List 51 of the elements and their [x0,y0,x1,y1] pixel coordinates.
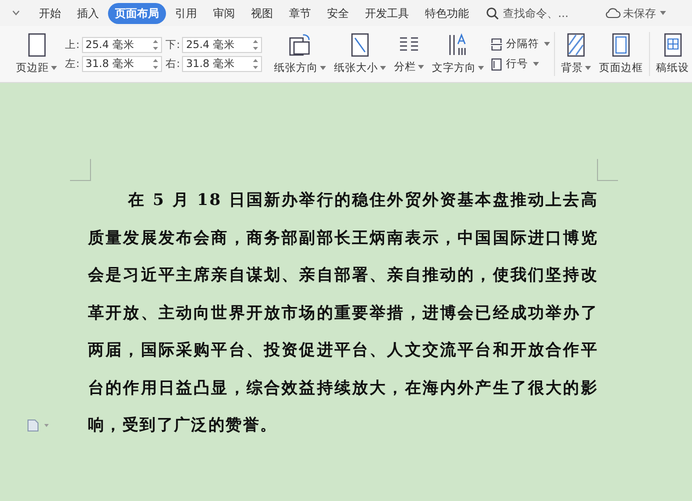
ribbon-button[interactable]: 稿纸设 [654,31,692,77]
menu-tab[interactable]: 视图 [244,2,280,24]
margin-field[interactable]: 31.8 毫米 [182,56,262,72]
menu-tab[interactable]: 开始 [32,2,68,24]
page-icon [26,33,46,57]
spinner-icon [152,38,158,50]
caret-icon [44,424,49,426]
background-icon [566,33,586,57]
ribbon-button[interactable]: 分隔符 [490,37,550,51]
search-field[interactable]: 查找命令、... [486,6,579,20]
ribbon-button[interactable]: 纸张方向 [272,31,328,77]
search-icon [486,6,499,20]
cloud-icon [605,7,621,19]
body-paragraph: 在 5 月 18 日国新办举行的稳住外贸外资基本盘推动上去高质量发展发布会商，商务部副部长王炳南表示，中国国际进口博览会是习近平主席亲自谋划、亲自部署、亲自推动的，使我们坚持改革开放、主动向世界开放市场的重要举措，进博会已经成功举办了两届，国际采购平台、投资促进平台、人文交流平台和开放合作平台的作用日益凸显，综合效益持续放大，在海内外产生了很大的影响，受到了广泛的赞誉。 [88,189,598,436]
menu-tab[interactable]: 审阅 [206,2,242,24]
caret-icon[interactable] [12,10,20,16]
menu-tab[interactable]: 特色功能 [418,2,476,24]
page-size-icon [350,33,370,57]
spinner-icon [253,38,258,50]
rotate-page-icon [288,33,312,57]
page-break-icon [490,38,504,50]
margin-label: 下: [166,38,180,52]
line-number-icon [490,58,504,70]
spinner-icon [253,58,258,70]
ribbon-button[interactable]: 行号 [490,57,550,71]
corner-mark [70,159,91,181]
margin-label: 右: [166,56,180,70]
paste-options-button[interactable] [27,418,49,432]
ribbon-button[interactable]: 页面边框 [597,31,646,77]
margins-button[interactable]: 页边距 [14,31,59,77]
menu-tab[interactable]: 页面布局 [108,2,166,24]
ribbon-button[interactable]: 背景 [559,31,594,77]
menu-tab[interactable]: 开发工具 [358,2,416,24]
corner-mark [597,159,618,181]
margin-field[interactable]: 25.4 毫米 [182,36,262,52]
save-status-button[interactable]: 未保存 [605,6,666,20]
grid-paper-icon [662,33,683,57]
menu-tab[interactable]: 章节 [282,2,318,24]
margin-label: 上: [65,38,80,52]
menu-tab[interactable]: 插入 [70,2,106,24]
document-icon [27,418,39,432]
ribbon-button[interactable]: 分栏 [392,32,426,76]
ribbon-button[interactable]: 文字方向 [430,31,486,77]
ribbon-button[interactable]: 纸张大小 [332,31,388,77]
page-border-icon [611,33,632,57]
margin-label: 左: [65,56,80,70]
menu-tab[interactable]: 安全 [320,2,356,24]
margin-field[interactable]: 25.4 毫米 [82,36,162,52]
margin-field[interactable]: 31.8 毫米 [82,56,162,72]
menu-tab[interactable]: 引用 [168,2,204,24]
spinner-icon [152,58,158,70]
